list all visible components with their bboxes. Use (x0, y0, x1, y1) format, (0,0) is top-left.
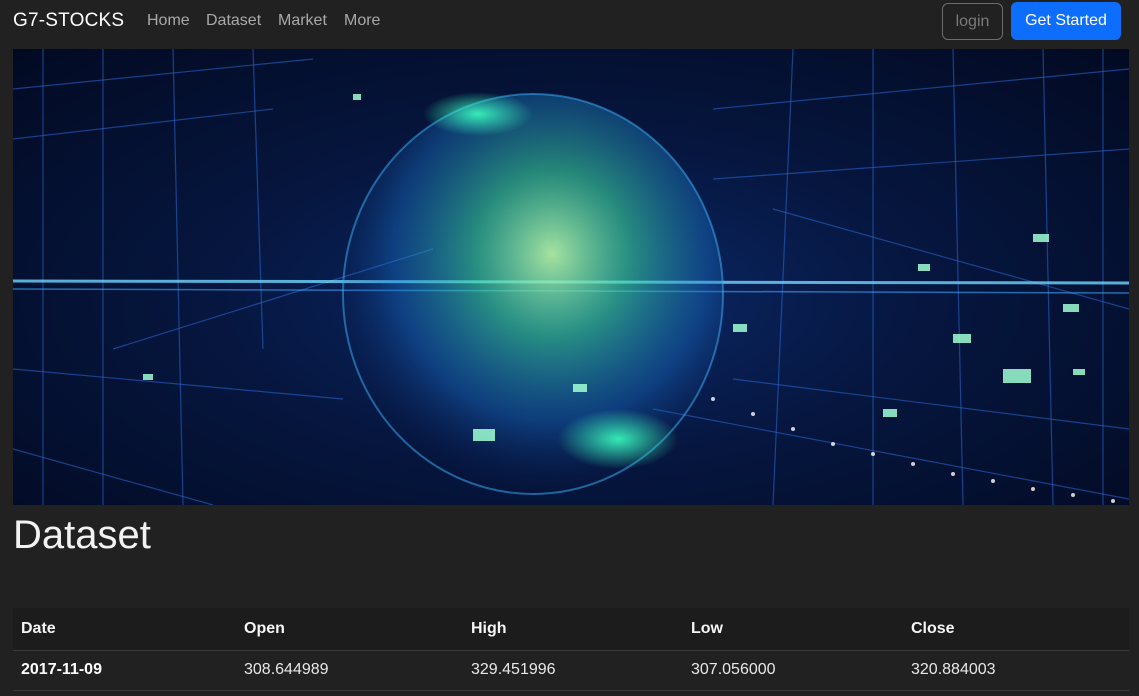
brand-logo[interactable]: G7-STOCKS (13, 10, 124, 32)
top-navbar: G7-STOCKS Home Dataset Market More login… (0, 0, 1139, 44)
nav-link-market[interactable]: Market (278, 12, 327, 30)
column-header-close: Close (903, 608, 1129, 651)
digital-globe-illustration (13, 49, 1129, 505)
cell-low: 307.056000 (683, 650, 903, 691)
table-header-row: Date Open High Low Close (13, 608, 1129, 651)
cell-date: 2017-11-09 (13, 650, 236, 691)
column-header-low: Low (683, 608, 903, 651)
dataset-table: Date Open High Low Close 2017-11-09 308.… (13, 608, 1129, 691)
column-header-open: Open (236, 608, 463, 651)
dataset-table-container: Date Open High Low Close 2017-11-09 308.… (13, 608, 1129, 691)
cell-close: 320.884003 (903, 650, 1129, 691)
login-button[interactable]: login (942, 3, 1003, 40)
cell-high: 329.451996 (463, 650, 683, 691)
nav-link-dataset[interactable]: Dataset (206, 12, 261, 30)
column-header-high: High (463, 608, 683, 651)
cell-open: 308.644989 (236, 650, 463, 691)
table-row: 2017-11-09 308.644989 329.451996 307.056… (13, 650, 1129, 691)
get-started-button[interactable]: Get Started (1011, 2, 1121, 40)
page-title: Dataset (13, 513, 151, 557)
nav-link-home[interactable]: Home (147, 12, 190, 30)
nav-link-more[interactable]: More (344, 12, 380, 30)
hero-banner-image (13, 49, 1129, 505)
column-header-date: Date (13, 608, 236, 651)
